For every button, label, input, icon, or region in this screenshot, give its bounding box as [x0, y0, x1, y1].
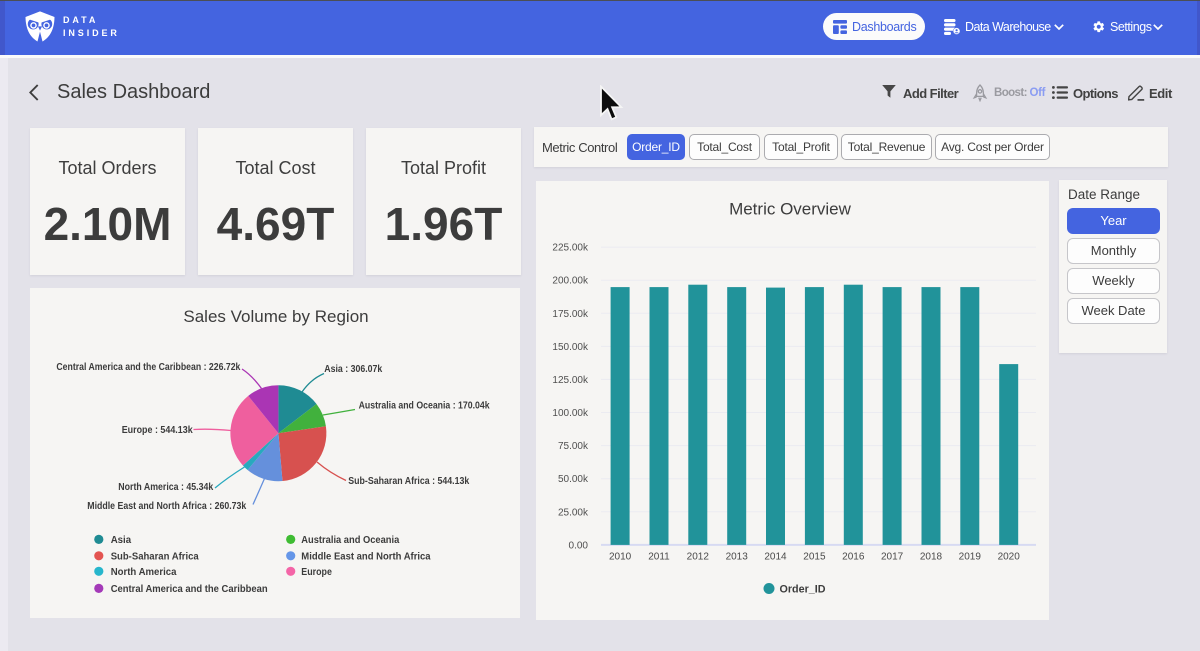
svg-text:2019: 2019: [958, 551, 981, 562]
svg-text:75.00k: 75.00k: [557, 441, 588, 452]
svg-text:100.00k: 100.00k: [552, 408, 589, 419]
svg-text:2010: 2010: [608, 551, 631, 562]
svg-text:2020: 2020: [997, 551, 1020, 562]
svg-text:Central America and the Caribb: Central America and the Caribbean : 226.…: [56, 361, 240, 372]
svg-text:Asia : 306.07k: Asia : 306.07k: [324, 364, 382, 375]
svg-text:Middle East and North Africa: Middle East and North Africa: [301, 551, 431, 562]
svg-text:Australia and Oceania: Australia and Oceania: [301, 535, 399, 546]
svg-text:50.00k: 50.00k: [557, 474, 588, 485]
svg-text:2011: 2011: [648, 551, 670, 562]
svg-text:North America : 45.34k: North America : 45.34k: [118, 481, 213, 492]
svg-text:150.00k: 150.00k: [552, 341, 589, 352]
svg-text:Middle East and North Africa :: Middle East and North Africa : 260.73k: [87, 500, 246, 511]
svg-text:Metric Overview: Metric Overview: [729, 199, 852, 218]
svg-text:125.00k: 125.00k: [552, 374, 589, 385]
svg-text:225.00k: 225.00k: [552, 242, 589, 253]
svg-text:2015: 2015: [803, 551, 826, 562]
svg-text:Europe: Europe: [301, 566, 332, 577]
svg-text:2014: 2014: [764, 551, 787, 562]
svg-text:Asia: Asia: [111, 535, 132, 546]
svg-text:0.00: 0.00: [568, 540, 588, 551]
svg-text:2012: 2012: [686, 551, 709, 562]
svg-text:2013: 2013: [725, 551, 748, 562]
svg-text:Central America and the Caribb: Central America and the Caribbean: [111, 584, 268, 595]
svg-text:Sub-Saharan Africa: Sub-Saharan Africa: [111, 551, 199, 562]
svg-text:Sub-Saharan Africa : 544.13k: Sub-Saharan Africa : 544.13k: [348, 475, 469, 486]
svg-text:Europe : 544.13k: Europe : 544.13k: [122, 425, 193, 436]
svg-text:North America: North America: [111, 566, 177, 577]
svg-text:Australia and Oceania : 170.04: Australia and Oceania : 170.04k: [359, 400, 490, 411]
svg-text:175.00k: 175.00k: [552, 308, 589, 319]
svg-text:200.00k: 200.00k: [552, 275, 589, 286]
svg-text:2016: 2016: [842, 551, 865, 562]
svg-text:Order_ID: Order_ID: [779, 583, 825, 595]
svg-text:2018: 2018: [919, 551, 942, 562]
svg-text:Sales Volume by Region: Sales Volume by Region: [183, 307, 368, 326]
svg-text:2017: 2017: [880, 551, 903, 562]
svg-text:25.00k: 25.00k: [557, 507, 588, 518]
